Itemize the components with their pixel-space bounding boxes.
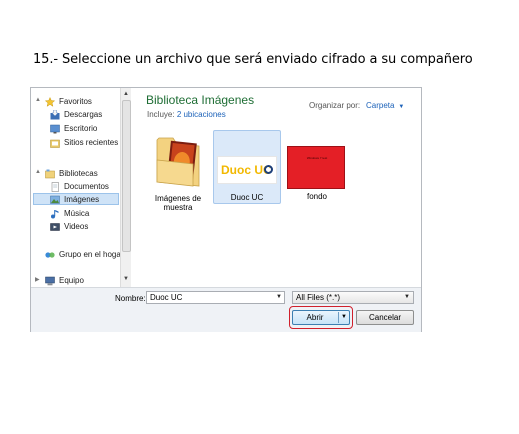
nav-downloads[interactable]: Descargas [50,108,102,120]
chevron-down-icon[interactable]: ▼ [276,292,282,303]
arrange-by-dropdown[interactable]: Carpeta ▼ [366,101,404,110]
music-icon [50,209,60,218]
downloads-icon [50,109,60,119]
nav-label-downloads: Descargas [64,109,103,119]
nav-label-homegroup: Grupo en el hogar [59,249,120,259]
nav-videos[interactable]: Videos [50,220,88,232]
nav-label-computer: Equipo [59,275,84,285]
arrange-by-value: Carpeta [366,101,395,110]
filename-label: Nombre: [115,294,146,303]
star-icon [44,96,56,107]
chevron-down-icon: ▼ [396,104,405,110]
homegroup-icon [45,250,55,259]
chevron-down-icon[interactable]: ▼ [404,292,410,303]
navigation-pane: Favoritos ▲ Descargas Escritorio Sitios … [31,88,120,287]
filename-value: Duoc UC [150,293,183,302]
nav-libraries[interactable]: Bibliotecas [45,167,98,179]
duoc-uc-logo-mark [264,165,273,174]
fondo-thumb-text: Windows 7 test [306,156,328,160]
file-item-sample-pictures[interactable]: Imágenes de muestra [146,130,210,214]
nav-label-videos: Videos [64,221,89,231]
documents-icon [50,181,60,192]
nav-label-pictures: Imágenes [64,194,100,204]
file-type-filter[interactable]: All Files (*.*) ▼ [292,291,414,304]
nav-homegroup[interactable]: Grupo en el hogar [45,248,120,260]
nav-label-libraries: Bibliotecas [59,168,98,178]
desktop-icon [50,124,60,133]
scroll-up-icon[interactable]: ▲ [121,89,131,99]
nav-label-desktop: Escritorio [64,123,98,133]
expand-arrow-icon[interactable]: ▶ [35,276,40,283]
nav-label-documents: Documentos [64,181,109,191]
includes-link[interactable]: 2 ubicaciones [177,110,226,119]
file-label-fondo: fondo [306,192,328,201]
nav-label-music: Música [64,208,90,218]
file-type-value: All Files (*.*) [296,293,341,302]
split-divider [338,312,339,323]
includes-label: Incluye: [147,110,175,119]
chevron-down-icon[interactable]: ▼ [341,311,347,324]
nav-computer[interactable]: Equipo [45,274,84,286]
open-button-label: Abrir [306,313,324,322]
file-item-duoc-uc[interactable]: Duoc UC Duoc UC [213,130,281,204]
instruction-text: 15.- Seleccione un archivo que será envi… [33,52,473,67]
nav-pictures[interactable]: Imágenes [33,193,119,205]
fondo-thumbnail: Windows 7 test [287,146,345,189]
nav-label-favorites: Favoritos [59,96,92,106]
nav-music[interactable]: Música [50,207,89,219]
scroll-down-icon[interactable]: ▼ [121,274,131,284]
duoc-uc-thumbnail: Duoc UC [217,156,277,184]
file-label-sample-pictures-line1: Imágenes de [154,194,202,203]
nav-label-recent-places: Sitios recientes [64,137,119,147]
folder-icon [156,137,200,187]
recent-places-icon [50,138,60,148]
filename-input[interactable]: Duoc UC ▼ [146,291,285,304]
pictures-icon [50,195,60,204]
file-item-fondo[interactable]: Windows 7 test fondo [283,130,351,204]
nav-desktop[interactable]: Escritorio [50,122,97,134]
file-label-sample-pictures-line2: muestra [163,203,193,212]
computer-icon [45,276,55,285]
nav-favorites[interactable]: Favoritos [44,95,92,107]
nav-scrollbar[interactable]: ▲ ▼ [120,88,131,287]
nav-documents[interactable]: Documentos [50,180,109,192]
videos-icon [50,222,60,231]
scroll-thumb[interactable] [122,100,131,252]
cancel-button[interactable]: Cancelar [356,310,414,325]
library-title: Biblioteca Imágenes [146,93,255,107]
collapse-arrow-icon[interactable]: ▲ [35,97,41,103]
collapse-arrow-icon[interactable]: ▲ [35,169,41,175]
library-includes: Incluye: 2 ubicaciones [147,110,226,119]
arrange-by-label: Organizar por: [309,101,361,110]
file-label-duoc-uc: Duoc UC [230,193,264,202]
open-button[interactable]: Abrir ▼ [292,310,350,325]
libraries-icon [45,169,55,178]
nav-recent-places[interactable]: Sitios recientes [50,136,118,148]
